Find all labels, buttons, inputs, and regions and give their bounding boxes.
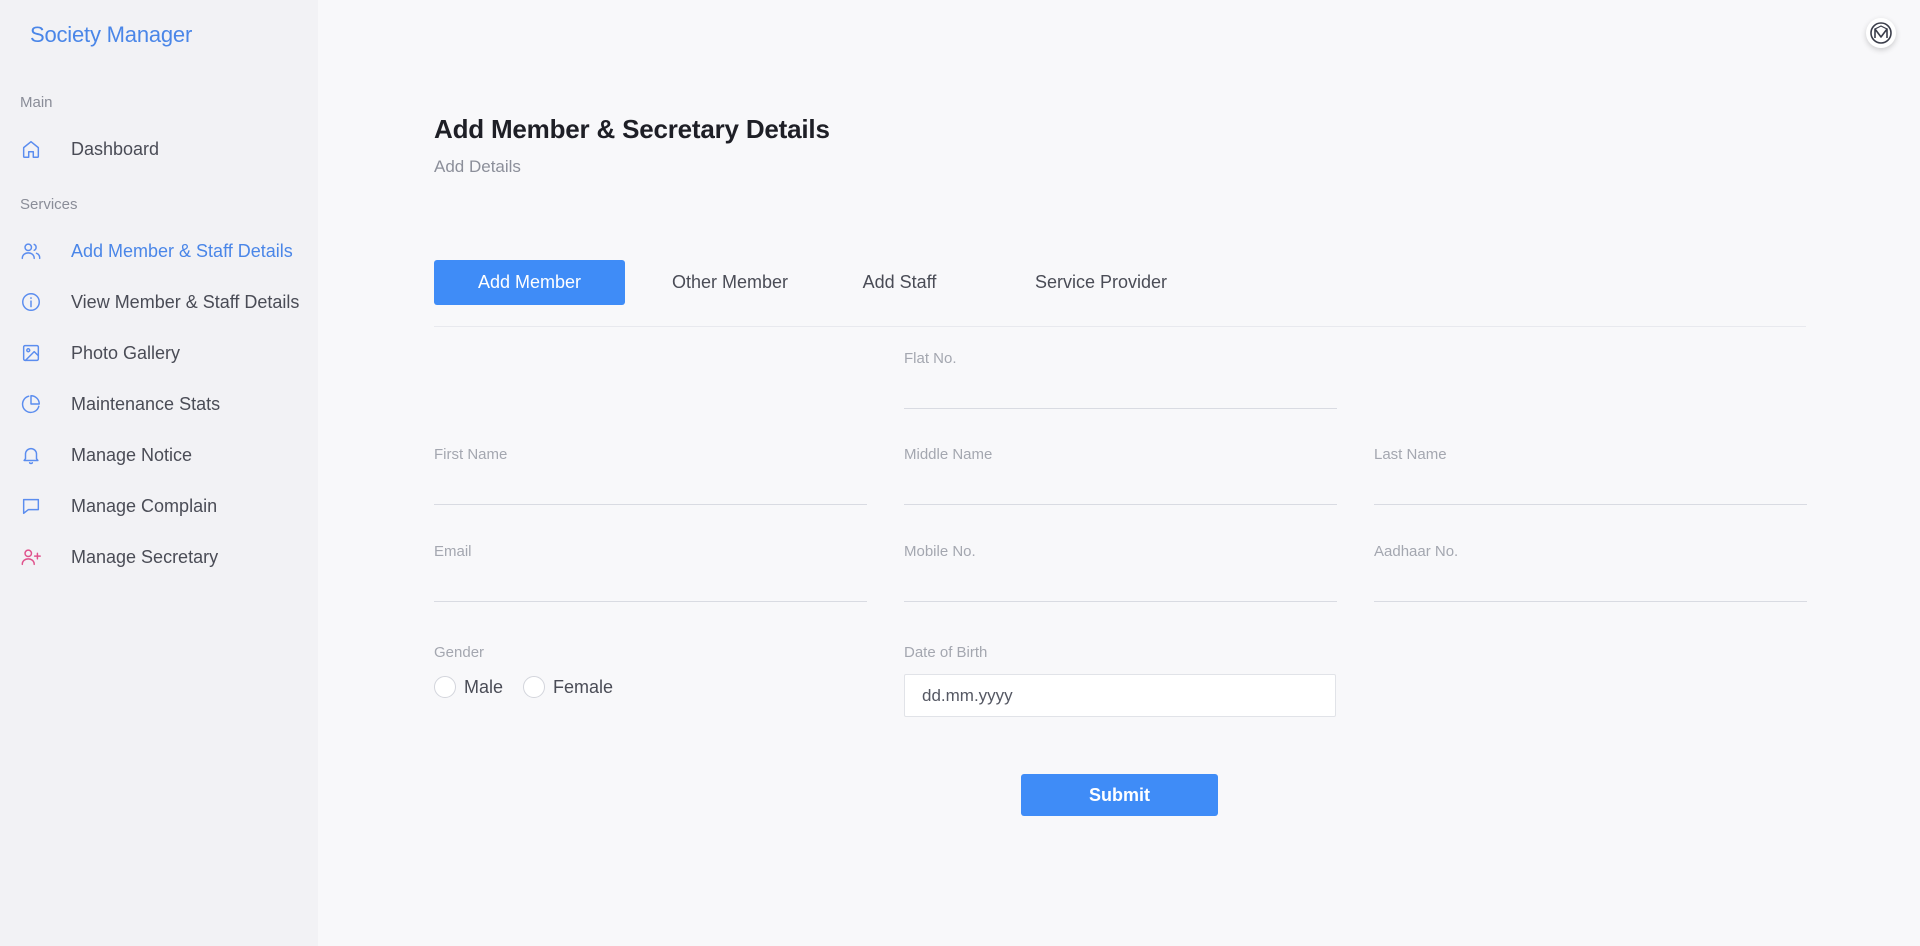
sidebar-item-add-member-staff[interactable]: Add Member & Staff Details bbox=[20, 234, 310, 268]
gender-label: Gender bbox=[434, 644, 485, 661]
gender-radio-group: Male Female bbox=[434, 676, 633, 698]
email-label: Email bbox=[434, 543, 472, 560]
aadhaar-no-field: Aadhaar No. bbox=[1374, 543, 1807, 602]
message-icon bbox=[20, 491, 50, 521]
pie-chart-icon bbox=[20, 389, 50, 419]
section-label-services: Services bbox=[20, 196, 78, 213]
first-name-label: First Name bbox=[434, 446, 508, 463]
flat-no-field: Flat No. bbox=[904, 350, 1337, 409]
sidebar-item-manage-complain[interactable]: Manage Complain bbox=[20, 489, 310, 523]
gender-male-label: Male bbox=[464, 676, 504, 697]
middle-name-label: Middle Name bbox=[904, 446, 993, 463]
tab-bar: Add Member Other Member Add Staff Servic… bbox=[434, 260, 1806, 305]
middle-name-input[interactable] bbox=[904, 473, 1337, 505]
sidebar-item-view-member-staff[interactable]: View Member & Staff Details bbox=[20, 285, 310, 319]
gender-female-radio[interactable]: Female bbox=[523, 676, 613, 698]
sidebar-item-label: Dashboard bbox=[71, 138, 160, 159]
aadhaar-no-label: Aadhaar No. bbox=[1374, 543, 1459, 560]
home-icon bbox=[20, 134, 50, 164]
sidebar: Society Manager Main Dashboard Services … bbox=[0, 0, 318, 946]
sidebar-item-label: Add Member & Staff Details bbox=[71, 240, 293, 261]
image-icon bbox=[20, 338, 50, 368]
page-title: Add Member & Secretary Details bbox=[434, 114, 830, 144]
sidebar-item-photo-gallery[interactable]: Photo Gallery bbox=[20, 336, 310, 370]
sidebar-item-maintenance-stats[interactable]: Maintenance Stats bbox=[20, 387, 310, 421]
user-plus-icon bbox=[20, 542, 50, 572]
tab-other-member[interactable]: Other Member bbox=[648, 260, 812, 305]
radio-circle[interactable] bbox=[434, 676, 456, 698]
radio-circle[interactable] bbox=[523, 676, 546, 698]
mobile-no-label: Mobile No. bbox=[904, 543, 976, 560]
tab-service-provider[interactable]: Service Provider bbox=[1026, 260, 1176, 305]
email-input[interactable] bbox=[434, 570, 867, 602]
info-icon bbox=[20, 287, 50, 317]
sidebar-item-manage-notice[interactable]: Manage Notice bbox=[20, 438, 310, 472]
page-subtitle: Add Details bbox=[434, 157, 521, 176]
dob-label: Date of Birth bbox=[904, 644, 988, 661]
section-label-main: Main bbox=[20, 94, 53, 111]
first-name-field: First Name bbox=[434, 446, 867, 505]
sidebar-item-label: Photo Gallery bbox=[71, 342, 181, 363]
submit-button[interactable]: Submit bbox=[1021, 774, 1218, 816]
brand-title[interactable]: Society Manager bbox=[30, 22, 192, 48]
sidebar-item-label: Manage Secretary bbox=[71, 546, 219, 567]
dob-input[interactable] bbox=[904, 674, 1336, 717]
sidebar-item-label: Manage Complain bbox=[71, 495, 218, 516]
sidebar-item-label: Manage Notice bbox=[71, 444, 193, 465]
tabs-divider bbox=[434, 326, 1806, 327]
last-name-input[interactable] bbox=[1374, 473, 1807, 505]
sidebar-item-manage-secretary[interactable]: Manage Secretary bbox=[20, 540, 310, 574]
tab-add-staff[interactable]: Add Staff bbox=[852, 260, 947, 305]
bell-icon bbox=[20, 440, 50, 470]
aadhaar-no-input[interactable] bbox=[1374, 570, 1807, 602]
users-icon bbox=[20, 236, 50, 266]
gender-female-label: Female bbox=[553, 676, 614, 697]
flat-no-label: Flat No. bbox=[904, 350, 957, 367]
flat-no-input[interactable] bbox=[904, 377, 1337, 409]
last-name-label: Last Name bbox=[1374, 446, 1447, 463]
logo-icon bbox=[1870, 22, 1892, 44]
sidebar-item-label: View Member & Staff Details bbox=[71, 291, 300, 312]
mobile-no-field: Mobile No. bbox=[904, 543, 1337, 602]
first-name-input[interactable] bbox=[434, 473, 867, 505]
email-field: Email bbox=[434, 543, 867, 602]
avatar[interactable] bbox=[1866, 18, 1896, 48]
gender-male-radio[interactable]: Male bbox=[434, 676, 503, 698]
middle-name-field: Middle Name bbox=[904, 446, 1337, 505]
sidebar-item-dashboard[interactable]: Dashboard bbox=[20, 132, 310, 166]
mobile-no-input[interactable] bbox=[904, 570, 1337, 602]
tab-add-member[interactable]: Add Member bbox=[434, 260, 625, 305]
last-name-field: Last Name bbox=[1374, 446, 1807, 505]
sidebar-item-label: Maintenance Stats bbox=[71, 393, 221, 414]
